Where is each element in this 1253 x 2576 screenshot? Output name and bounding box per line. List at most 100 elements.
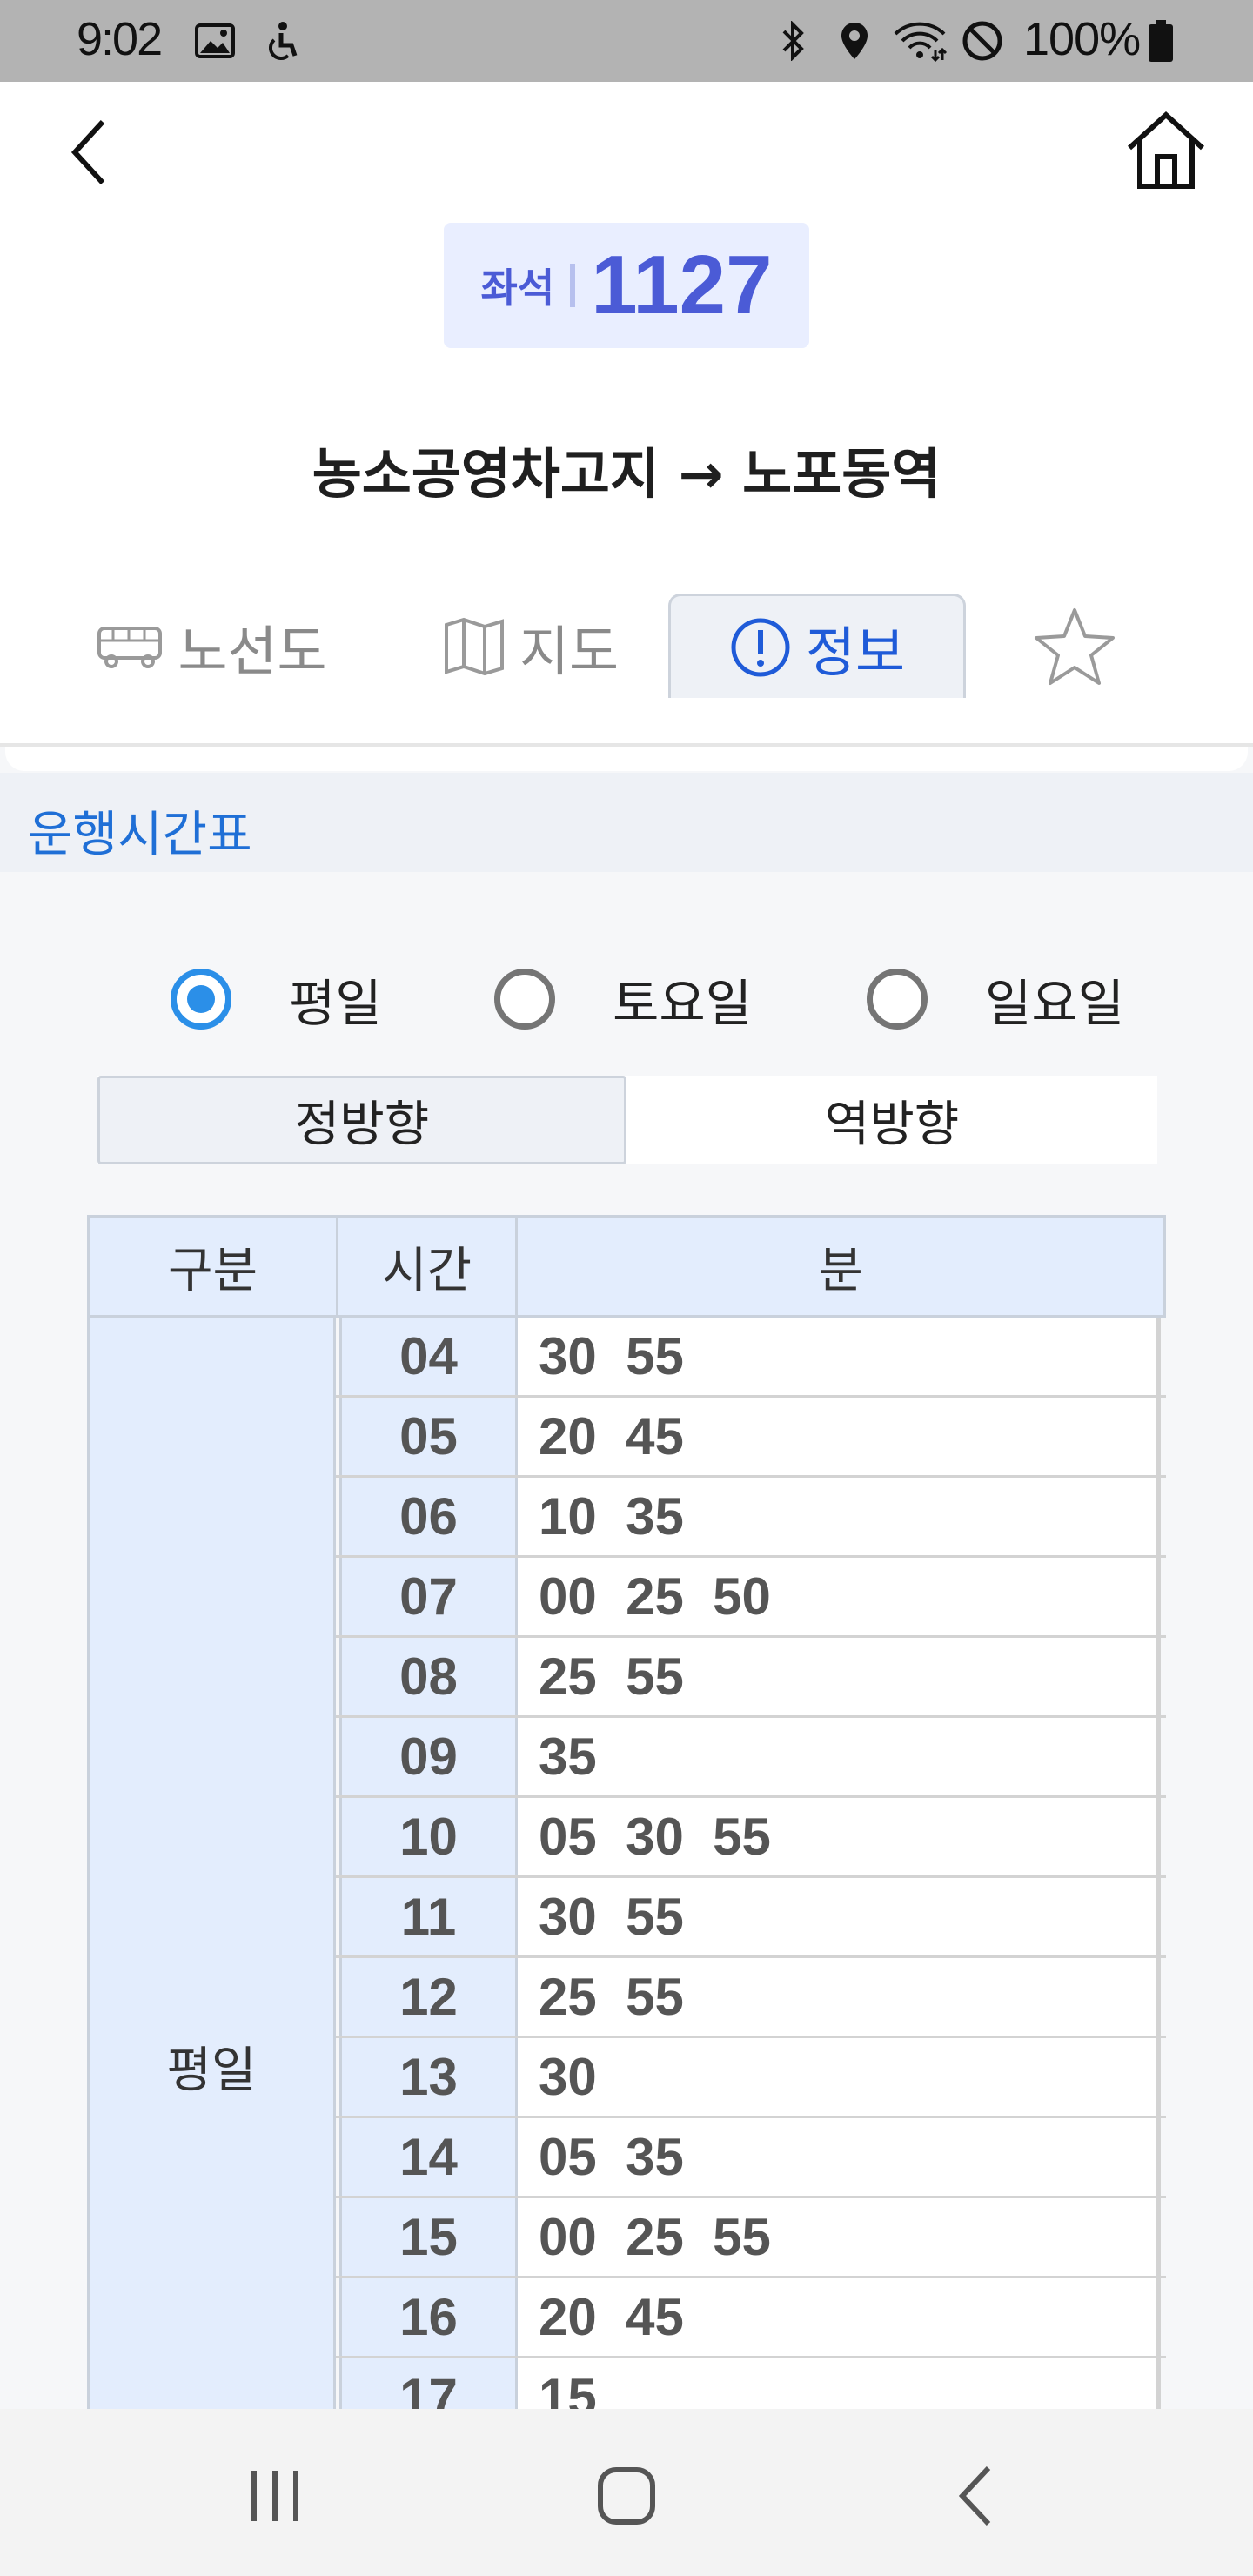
minutes-cell: 00 25 55 (515, 2198, 1161, 2276)
status-time: 9:02 (77, 13, 163, 65)
tab-info-label: 정보 (805, 620, 906, 684)
hour-cell: 11 (339, 1878, 515, 1955)
home-icon (598, 2467, 655, 2525)
back-icon (958, 2465, 991, 2526)
table-row: 15 00 25 55 (336, 2198, 1166, 2278)
table-row: 16 20 45 (336, 2278, 1166, 2358)
radio-sunday[interactable]: 일요일 (867, 956, 1124, 1043)
table-row: 13 30 (336, 2038, 1166, 2118)
minutes-cell: 00 25 50 (515, 1558, 1161, 1635)
minutes-cell: 20 45 (515, 1398, 1161, 1475)
column-header-category: 구분 (90, 1218, 338, 1315)
minutes-cell: 05 35 (515, 2118, 1161, 2196)
radio-button[interactable] (867, 969, 928, 1030)
favorite-button[interactable] (1027, 595, 1122, 698)
info-icon (731, 618, 790, 676)
bluetooth-icon (774, 19, 813, 63)
minutes-cell: 25 55 (515, 1958, 1161, 2036)
table-row: 11 30 55 (336, 1878, 1166, 1958)
radio-saturday-label: 토요일 (613, 974, 753, 1033)
radio-weekday[interactable]: 평일 (171, 956, 382, 1043)
table-row: 09 35 (336, 1718, 1166, 1798)
hour-cell: 15 (339, 2198, 515, 2276)
minutes-cell: 20 45 (515, 2278, 1161, 2356)
table-row: 04 30 55 (336, 1318, 1166, 1398)
section-title: 운행시간표 (28, 807, 252, 863)
home-nav-button[interactable] (574, 2452, 679, 2539)
hour-cell: 07 (339, 1558, 515, 1635)
radio-sunday-label: 일요일 (985, 974, 1125, 1033)
hour-cell: 08 (339, 1638, 515, 1715)
recent-apps-button[interactable] (223, 2452, 327, 2539)
hour-cell: 17 (339, 2358, 515, 2409)
back-button[interactable] (61, 113, 122, 191)
minutes-cell: 25 55 (515, 1638, 1161, 1715)
radio-weekday-label: 평일 (289, 974, 382, 1033)
tab-route-map[interactable]: 노선도 (85, 595, 338, 698)
direction-reverse-button[interactable]: 역방향 (626, 1076, 1157, 1164)
star-icon (1035, 608, 1115, 685)
category-cell: 평일 (87, 1318, 336, 2409)
route-type: 좌석 (480, 265, 555, 312)
column-header-hour: 시간 (338, 1218, 518, 1315)
table-row: 10 05 30 55 (336, 1798, 1166, 1878)
status-bar: 9:02 100% (0, 0, 1253, 82)
minutes-cell: 30 (515, 2038, 1161, 2116)
route-separator (570, 264, 576, 307)
minutes-cell: 15 (515, 2358, 1161, 2409)
home-icon (1127, 111, 1205, 189)
recent-apps-icon (251, 2471, 298, 2521)
minutes-cell: 10 35 (515, 1478, 1161, 1555)
home-button[interactable] (1122, 108, 1209, 195)
hour-cell: 14 (339, 2118, 515, 2196)
do-not-disturb-icon (959, 19, 1006, 63)
battery-percentage: 100% (1023, 13, 1141, 65)
hour-cell: 13 (339, 2038, 515, 2116)
bus-icon (97, 627, 163, 668)
hour-cell: 10 (339, 1798, 515, 1875)
chevron-left-icon (70, 119, 105, 185)
table-row: 14 05 35 (336, 2118, 1166, 2198)
route-badge: 좌석 1127 (444, 223, 809, 348)
minutes-cell: 05 30 55 (515, 1798, 1161, 1875)
section-header: 운행시간표 (0, 773, 1253, 872)
direction-toggle: 정방향 역방향 (97, 1076, 1157, 1164)
table-row: 05 20 45 (336, 1398, 1166, 1478)
route-number: 1127 (591, 238, 773, 332)
table-row: 17 15 (336, 2358, 1166, 2409)
hour-cell: 04 (339, 1318, 515, 1395)
battery-icon (1145, 19, 1176, 63)
wifi-icon (889, 19, 950, 63)
hour-cell: 06 (339, 1478, 515, 1555)
hour-cell: 05 (339, 1398, 515, 1475)
radio-button[interactable] (494, 969, 555, 1030)
tab-map-label: 지도 (519, 620, 620, 683)
radio-saturday[interactable]: 토요일 (494, 956, 752, 1043)
tab-route-map-label: 노선도 (178, 620, 327, 683)
category-label: 평일 (166, 2043, 257, 2099)
minutes-cell: 30 55 (515, 1318, 1161, 1395)
tab-map[interactable]: 지도 (426, 595, 635, 698)
back-nav-button[interactable] (926, 2452, 1030, 2539)
table-row: 07 00 25 50 (336, 1558, 1166, 1638)
image-icon (193, 19, 237, 63)
table-row: 06 10 35 (336, 1478, 1166, 1558)
table-row: 12 25 55 (336, 1958, 1166, 2038)
hour-cell: 12 (339, 1958, 515, 2036)
table-row: 08 25 55 (336, 1638, 1166, 1718)
map-icon (444, 617, 504, 676)
direction-forward-button[interactable]: 정방향 (97, 1076, 626, 1164)
radio-button-checked[interactable] (171, 969, 231, 1030)
route-title: 농소공영차고지 → 노포동역 (312, 442, 941, 506)
minutes-cell: 30 55 (515, 1878, 1161, 1955)
column-header-minute: 분 (818, 1242, 863, 1299)
system-nav-bar (0, 2409, 1253, 2576)
table-header: 구분 시간 분 (87, 1215, 1166, 1318)
content-top-card (5, 747, 1248, 771)
timetable-content: 운행시간표 평일 토요일 일요일 정방향 역방향 구분 시간 분 평일 04 30… (0, 747, 1253, 2409)
accessibility-icon (259, 19, 303, 63)
hour-cell: 09 (339, 1718, 515, 1795)
location-icon (835, 19, 874, 63)
minutes-cell: 35 (515, 1718, 1161, 1795)
tab-info[interactable]: 정보 (668, 594, 966, 698)
